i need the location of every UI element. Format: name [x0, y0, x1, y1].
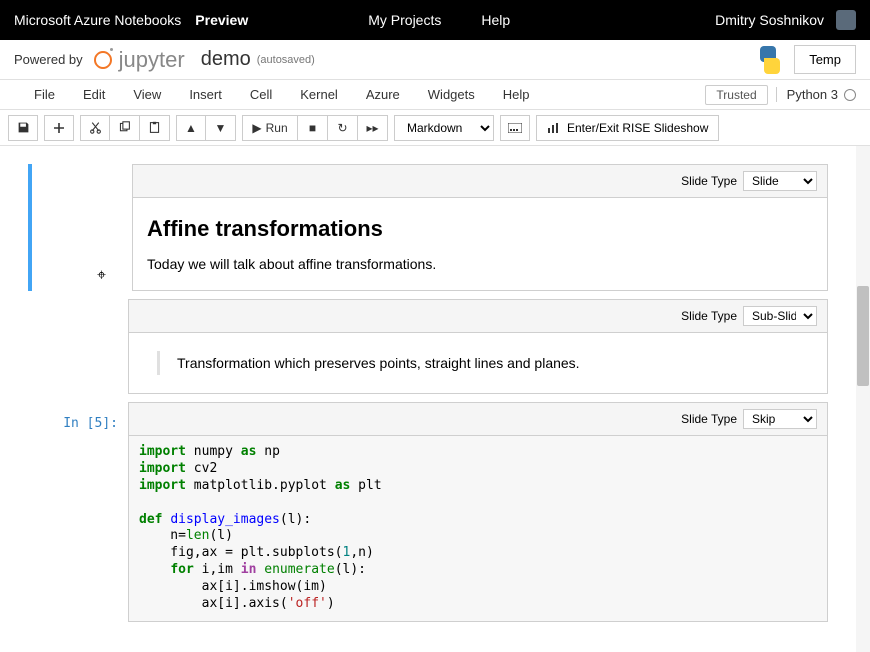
cell-text: Today we will talk about affine transfor…	[147, 256, 813, 272]
jupyter-logo[interactable]: jupyter	[91, 47, 185, 73]
run-button[interactable]: ▶ Run	[242, 115, 298, 141]
scrollbar[interactable]	[856, 146, 870, 652]
cell-prompt	[28, 299, 128, 394]
move-down-button[interactable]: ▼	[206, 115, 236, 141]
menu-view[interactable]: View	[119, 83, 175, 106]
slidetype-select[interactable]: Sub-Slide	[743, 306, 817, 326]
rise-slideshow-button[interactable]: Enter/Exit RISE Slideshow	[536, 115, 719, 141]
kernel-name[interactable]: Python 3	[787, 87, 838, 102]
slidetype-label: Slide Type	[681, 412, 737, 426]
menu-cell[interactable]: Cell	[236, 83, 286, 106]
temp-button[interactable]: Temp	[794, 45, 856, 74]
cut-button[interactable]	[80, 115, 110, 141]
trusted-badge[interactable]: Trusted	[705, 85, 767, 105]
copy-button[interactable]	[110, 115, 140, 141]
celltype-select[interactable]: Markdown	[394, 115, 494, 141]
nav-help[interactable]: Help	[481, 12, 510, 28]
add-cell-button[interactable]	[44, 115, 74, 141]
menu-edit[interactable]: Edit	[69, 83, 119, 106]
user-name[interactable]: Dmitry Soshnikov	[715, 12, 824, 28]
nav-my-projects[interactable]: My Projects	[368, 12, 441, 28]
cell-heading: Affine transformations	[147, 216, 813, 242]
cell-prompt: In [5]:	[28, 402, 128, 622]
paste-button[interactable]	[140, 115, 170, 141]
menu-widgets[interactable]: Widgets	[414, 83, 489, 106]
cell-2[interactable]: Slide Type Sub-Slide Transformation whic…	[28, 299, 828, 394]
jupyter-text: jupyter	[119, 47, 185, 73]
cell-3[interactable]: In [5]: Slide Type Skip import numpy as …	[28, 402, 828, 622]
preview-label: Preview	[195, 12, 248, 28]
restart-button[interactable]: ↻	[328, 115, 358, 141]
autosave-label: (autosaved)	[257, 54, 315, 66]
save-button[interactable]	[8, 115, 38, 141]
menu-help[interactable]: Help	[489, 83, 544, 106]
notebook-area[interactable]: Slide Type Slide Affine transformations …	[0, 146, 856, 652]
menu-kernel[interactable]: Kernel	[286, 83, 352, 106]
cell-text: Transformation which preserves points, s…	[128, 333, 828, 394]
cell-1[interactable]: Slide Type Slide Affine transformations …	[28, 164, 828, 291]
stop-button[interactable]: ■	[298, 115, 328, 141]
avatar[interactable]	[836, 10, 856, 30]
chart-icon	[547, 122, 561, 134]
menu-insert[interactable]: Insert	[175, 83, 236, 106]
menu-file[interactable]: File	[20, 83, 69, 106]
azure-brand: Microsoft Azure Notebooks	[14, 12, 181, 28]
slidetype-label: Slide Type	[681, 309, 737, 323]
kernel-status-icon	[844, 89, 856, 101]
powered-by-label: Powered by	[14, 52, 83, 67]
menu-azure[interactable]: Azure	[352, 83, 414, 106]
python-logo-icon	[756, 46, 784, 74]
move-up-button[interactable]: ▲	[176, 115, 206, 141]
command-palette-button[interactable]	[500, 115, 530, 141]
jupyter-icon	[91, 48, 115, 72]
slidetype-label: Slide Type	[681, 174, 737, 188]
notebook-name[interactable]: demo	[201, 48, 251, 71]
slidetype-select[interactable]: Slide	[743, 171, 817, 191]
code-editor[interactable]: import numpy as np import cv2 import mat…	[128, 436, 828, 622]
cell-prompt	[32, 164, 132, 291]
fastforward-button[interactable]: ▸▸	[358, 115, 388, 141]
slidetype-select[interactable]: Skip	[743, 409, 817, 429]
